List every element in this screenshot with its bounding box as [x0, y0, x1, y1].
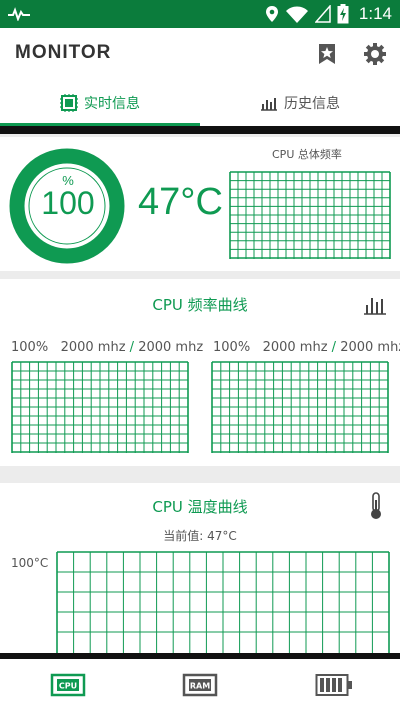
app-title: MONITOR	[15, 42, 112, 63]
bottom-nav: CPU RAM	[0, 653, 400, 710]
nav-cpu-label: CPU	[59, 682, 77, 691]
core-freq-label: 100% 2000 mhz / 2000 mhz	[11, 340, 203, 355]
tab-bar: 实时信息 历史信息	[0, 80, 400, 126]
nav-ram-label: RAM	[190, 682, 210, 691]
freq-separator: /	[129, 340, 135, 355]
tab-divider	[0, 126, 400, 134]
tab-realtime[interactable]: 实时信息	[0, 80, 200, 126]
tab-history-label: 历史信息	[284, 96, 340, 112]
freq-curve-title: CPU 频率曲线	[152, 296, 248, 314]
wifi-icon	[285, 6, 308, 23]
gear-icon[interactable]	[363, 42, 387, 66]
pulse-icon	[8, 7, 30, 21]
freq-separator: /	[331, 340, 337, 355]
nav-cpu-button[interactable]: CPU	[50, 673, 86, 697]
thermometer-icon[interactable]	[367, 492, 385, 520]
freq-curve-card: CPU 频率曲线 100% 2000 mhz / 2000 mhz 100% 2…	[0, 279, 400, 466]
app-bar: MONITOR	[0, 28, 400, 80]
temp-current-value: 当前值: 47°C	[163, 529, 237, 543]
bookmark-star-icon[interactable]	[315, 42, 339, 66]
cpu-temperature: 47°C	[138, 181, 223, 223]
core-current-freq: 2000 mhz	[60, 340, 126, 355]
temp-y-max-label: 100°C	[11, 556, 49, 570]
core-freq-label: 100% 2000 mhz / 2000 mhz	[213, 340, 400, 355]
core-max-freq: 2000 mhz	[340, 340, 400, 355]
clock: 1:14	[358, 4, 392, 23]
core-percent: 100%	[213, 340, 251, 355]
core-max-freq: 2000 mhz	[138, 340, 204, 355]
bar-chart-icon[interactable]	[363, 295, 387, 315]
total-freq-label: CPU 总体频率	[272, 148, 342, 161]
core-freq-grid	[11, 361, 189, 453]
tab-realtime-label: 实时信息	[84, 96, 140, 112]
temp-curve-card: CPU 温度曲线 当前值: 47°C 100°C	[0, 483, 400, 653]
signal-icon	[314, 5, 331, 23]
status-bar: 1:14	[0, 0, 400, 28]
cpu-overview-card: % 100 47°C CPU 总体频率	[0, 137, 400, 271]
tab-history[interactable]: 历史信息	[200, 80, 400, 126]
bar-chart-icon	[261, 98, 277, 111]
nav-ram-button[interactable]: RAM	[182, 673, 218, 697]
temp-curve-grid	[56, 551, 390, 653]
core-freq-grid	[211, 361, 389, 453]
location-icon	[265, 6, 278, 22]
battery-icon[interactable]	[315, 673, 353, 697]
core-current-freq: 2000 mhz	[262, 340, 328, 355]
total-freq-grid	[229, 171, 391, 259]
cpu-chip-icon	[60, 94, 78, 112]
temp-curve-title: CPU 温度曲线	[152, 498, 248, 516]
battery-charging-icon	[337, 4, 349, 24]
core-percent: 100%	[11, 340, 49, 355]
usage-value: 100	[41, 185, 95, 221]
